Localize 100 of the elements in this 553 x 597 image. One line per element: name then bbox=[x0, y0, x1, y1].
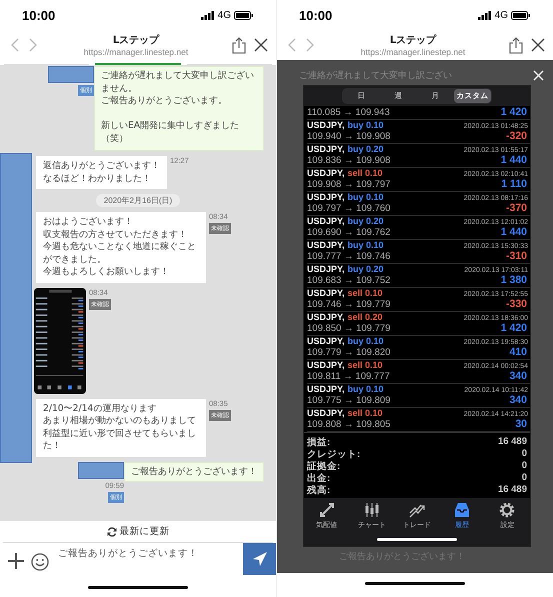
trade-side: sell 0.10 bbox=[348, 168, 383, 179]
trade-symbol: USDJPY, bbox=[307, 144, 345, 155]
trade-prices: 109.683 → 109.752 bbox=[307, 275, 390, 286]
trend-icon bbox=[409, 502, 425, 518]
trade-profit: -310 bbox=[506, 251, 528, 262]
trade-side: buy 0.10 bbox=[348, 192, 384, 203]
network-label: 4G bbox=[494, 10, 508, 20]
trade-prices: 110.085 → 109.943 bbox=[307, 107, 390, 118]
trade-symbol: USDJPY, bbox=[307, 384, 345, 395]
signal-icon bbox=[200, 10, 215, 20]
trade-prices: 109.797 → 109.760 bbox=[307, 203, 390, 214]
trade-side: sell 0.10 bbox=[348, 408, 383, 419]
trade-side: sell 0.20 bbox=[348, 312, 383, 323]
message-text: 新しいEA開発に集中しすぎました（笑） bbox=[101, 120, 240, 145]
trade-symbol: USDJPY, bbox=[307, 312, 345, 323]
network-label: 4G bbox=[218, 10, 231, 20]
trade-symbol: USDJPY, bbox=[307, 408, 345, 419]
close-icon[interactable] bbox=[254, 38, 268, 52]
trade-prices: 109.779 → 109.820 bbox=[307, 347, 390, 358]
trade-prices: 109.850 → 109.779 bbox=[307, 323, 390, 334]
message-text: 収支報告の方させていただきます！ bbox=[43, 228, 188, 241]
trade-symbol: USDJPY, bbox=[307, 120, 345, 131]
trade-profit: -330 bbox=[506, 299, 528, 310]
trade-side: buy 0.10 bbox=[348, 336, 384, 347]
trade-profit: 1 380 bbox=[500, 275, 528, 286]
plus-icon[interactable] bbox=[8, 553, 24, 569]
trade-symbol: USDJPY, bbox=[307, 288, 345, 299]
trade-side: buy 0.10 bbox=[348, 240, 384, 251]
message-text: ご報告ありがとうございます。 bbox=[101, 95, 228, 108]
battery-icon bbox=[234, 10, 254, 20]
trade-profit: 410 bbox=[509, 347, 528, 358]
redaction-block bbox=[48, 66, 94, 83]
date-separator: 2020年2月16日(日) bbox=[96, 194, 180, 207]
trade-prices: 109.908 → 109.797 bbox=[307, 179, 390, 190]
trade-symbol: USDJPY, bbox=[307, 192, 345, 203]
summary-value: 0 bbox=[522, 448, 527, 460]
message-text: おはようございます！ bbox=[43, 216, 134, 228]
trade-profit: 1 420 bbox=[500, 323, 528, 334]
trade-prices: 109.940 → 109.908 bbox=[307, 131, 390, 142]
share-icon[interactable] bbox=[232, 36, 246, 54]
trade-profit: 30 bbox=[515, 419, 528, 430]
summary-value: 16 489 bbox=[498, 436, 527, 448]
trade-profit: 340 bbox=[509, 395, 528, 406]
battery-icon bbox=[511, 10, 531, 20]
send-button[interactable] bbox=[243, 543, 276, 575]
trade-prices: 109.746 → 109.779 bbox=[307, 299, 390, 310]
send-icon bbox=[252, 551, 268, 567]
page-url: https://manager.linestep.net bbox=[360, 47, 466, 57]
trade-prices: 109.808 → 109.805 bbox=[307, 419, 390, 430]
trade-profit: -370 bbox=[506, 203, 528, 214]
summary-value: 16 489 bbox=[498, 484, 527, 496]
trade-side: buy 0.20 bbox=[348, 216, 384, 227]
trade-side: buy 0.20 bbox=[348, 264, 384, 275]
trade-symbol: USDJPY, bbox=[307, 240, 345, 251]
trade-side: sell 0.10 bbox=[348, 360, 383, 371]
summary-label: クレジット: bbox=[307, 448, 360, 460]
settings-icon bbox=[499, 502, 516, 518]
refresh-icon bbox=[106, 526, 116, 536]
redaction-block bbox=[78, 462, 124, 478]
trade-symbol: USDJPY, bbox=[307, 360, 345, 371]
trade-prices: 109.775 → 109.809 bbox=[307, 395, 390, 406]
page-title: Lステップ bbox=[112, 33, 160, 47]
summary-label: 証拠金: bbox=[307, 460, 340, 472]
share-icon[interactable] bbox=[509, 36, 523, 54]
message-text: 今週もよろしくお願いします！ bbox=[43, 266, 170, 278]
signal-icon bbox=[478, 10, 492, 20]
message-input[interactable]: ご報告ありがとうございます！ bbox=[56, 543, 236, 577]
trade-side: sell 0.10 bbox=[348, 288, 383, 299]
trade-profit: -320 bbox=[506, 131, 528, 142]
message-text: 今週も危ないことなく地道に稼ぐことができました。 bbox=[43, 241, 197, 266]
arrows-icon bbox=[318, 502, 335, 518]
trade-profit: 1 440 bbox=[500, 227, 528, 238]
summary-label: 出金: bbox=[307, 472, 330, 484]
summary-value: 0 bbox=[522, 460, 527, 472]
status-time: 10:00 bbox=[22, 8, 56, 22]
summary-label: 損益: bbox=[307, 436, 330, 448]
status-time: 10:00 bbox=[299, 8, 332, 22]
candlestick-icon bbox=[364, 502, 380, 518]
trade-profit: 1 420 bbox=[500, 107, 528, 118]
emoji-icon[interactable] bbox=[31, 553, 49, 571]
trade-side: buy 0.10 bbox=[348, 120, 384, 131]
close-icon[interactable] bbox=[531, 38, 545, 52]
screenshot-thumbnail[interactable] bbox=[34, 288, 86, 394]
message-text: ご連絡が遅れまして大変申し訳ございません。 bbox=[101, 70, 255, 95]
summary-value: 0 bbox=[522, 472, 527, 484]
trade-prices: 109.836 → 109.908 bbox=[307, 155, 390, 166]
trade-symbol: USDJPY, bbox=[307, 216, 345, 227]
message-text: あまり相場が動かないのもありまして利益型に近い形で回させてもらいました！ bbox=[43, 415, 197, 452]
trade-prices: 109.777 → 109.746 bbox=[307, 251, 390, 262]
message-text: 返信ありがとうございます！ bbox=[43, 160, 160, 172]
message-text: 2/10〜2/14の運用なります bbox=[43, 402, 158, 415]
message-text: ご報告ありがとうございます！ bbox=[131, 466, 257, 478]
page-title: Lステップ bbox=[390, 33, 436, 47]
trade-side: buy 0.10 bbox=[348, 384, 384, 395]
summary-label: 残高: bbox=[307, 484, 330, 496]
trade-prices: 109.690 → 109.762 bbox=[307, 227, 390, 238]
trade-prices: 109.811 → 109.777 bbox=[307, 371, 390, 382]
message-text: なるほど！わかりました！ bbox=[43, 172, 152, 185]
page-url: https://manager.linestep.net bbox=[84, 47, 188, 57]
message-text: ご連絡が遅れまして大変申し訳ござい bbox=[299, 70, 452, 82]
